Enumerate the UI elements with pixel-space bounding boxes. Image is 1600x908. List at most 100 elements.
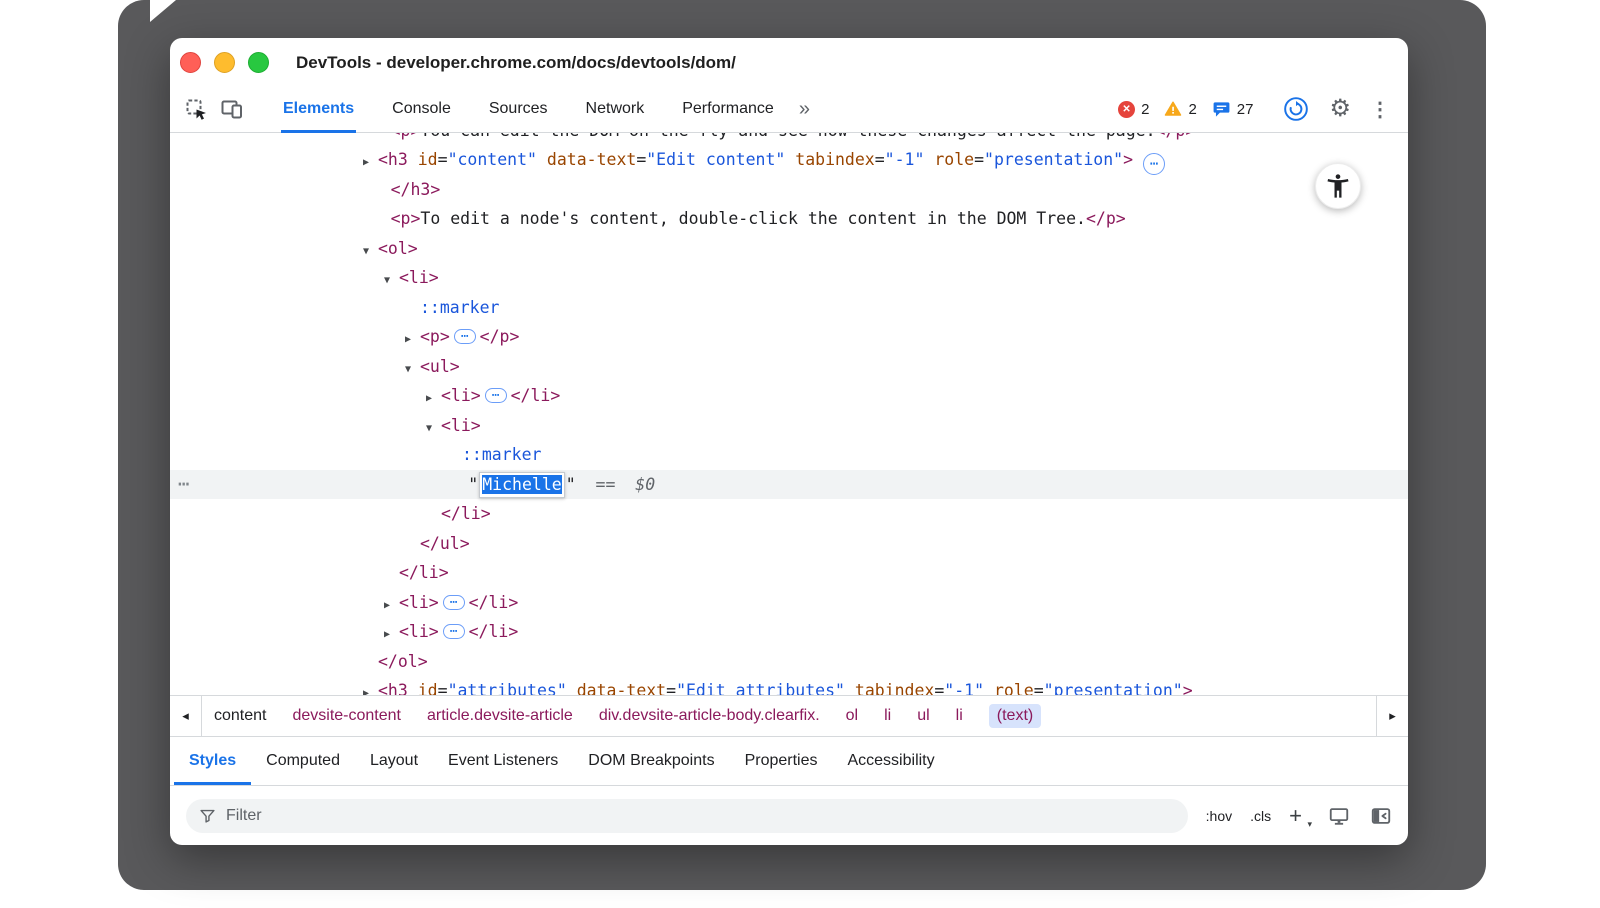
- inline-expand-icon[interactable]: ⋯: [443, 624, 465, 639]
- styles-tab-dom-breakpoints[interactable]: DOM Breakpoints: [573, 737, 729, 785]
- rendering-emulations-icon[interactable]: [1328, 805, 1350, 827]
- warning-counter[interactable]: 2: [1164, 100, 1196, 118]
- breadcrumb-item-article-devsite-article[interactable]: article.devsite-article: [427, 707, 573, 725]
- expand-arrow-icon[interactable]: ▶: [363, 679, 378, 695]
- dom-tree-line[interactable]: </li>: [170, 499, 1408, 529]
- styles-tab-computed[interactable]: Computed: [251, 737, 355, 785]
- settings-gear-icon[interactable]: ⚙: [1329, 97, 1351, 121]
- breadcrumb-scroll-left-icon[interactable]: ◂: [170, 696, 202, 736]
- dom-tree-line[interactable]: <p>To edit a node's content, double-clic…: [170, 204, 1408, 234]
- breadcrumb-item-ul[interactable]: ul: [917, 707, 929, 725]
- expand-arrow-icon[interactable]: ▶: [384, 591, 399, 621]
- devtools-toolbar: Elements Console Sources Network Performance…: [170, 86, 1408, 133]
- dom-tree-line[interactable]: ▼<li>: [170, 263, 1408, 293]
- tab-network[interactable]: Network: [584, 86, 647, 133]
- issues-message-icon: [1212, 100, 1231, 119]
- expand-arrow-icon[interactable]: ▶: [363, 148, 378, 178]
- dom-tree-line[interactable]: ▼<ol>: [170, 234, 1408, 264]
- expand-arrow-icon[interactable]: ▶: [405, 325, 420, 355]
- dom-tree-line[interactable]: ⋯"Michelle" == $0: [170, 470, 1408, 500]
- issues-counter[interactable]: 27: [1212, 100, 1254, 119]
- minimize-window-button[interactable]: [214, 52, 235, 73]
- dom-tree-line[interactable]: ▶<h3 id="attributes" data-text="Edit att…: [170, 676, 1408, 695]
- inline-expand-icon[interactable]: ⋯: [443, 595, 465, 610]
- breadcrumb-scroll-right-icon[interactable]: ▸: [1376, 696, 1408, 736]
- collapse-arrow-icon[interactable]: ▼: [405, 355, 420, 385]
- node-text-editor[interactable]: Michelle: [479, 472, 564, 498]
- dom-tree-line[interactable]: ▶<li>⋯</li>: [170, 588, 1408, 618]
- dom-tree-line[interactable]: <p>You can edit the DOM on the fly and s…: [170, 133, 1408, 145]
- toolbar-right-group: ✕ 2 2 27: [1118, 91, 1394, 127]
- error-counter[interactable]: ✕ 2: [1118, 101, 1149, 118]
- breadcrumb-item-div-devsite-article-body-clearfix[interactable]: div.devsite-article-body.clearfix.: [599, 707, 820, 725]
- dom-tree-line[interactable]: </h3>: [170, 175, 1408, 205]
- element-classes-button[interactable]: .cls: [1250, 808, 1271, 824]
- dom-tree-line[interactable]: </ul>: [170, 529, 1408, 559]
- error-icon: ✕: [1118, 101, 1135, 118]
- selected-text: Michelle: [482, 475, 561, 494]
- warning-icon: [1164, 100, 1182, 118]
- inspect-element-icon[interactable]: [178, 91, 214, 127]
- dom-tree: <p>You can edit the DOM on the fly and s…: [170, 133, 1408, 695]
- styles-filter-bar: :hov .cls +: [170, 786, 1408, 845]
- kebab-menu-icon[interactable]: ⋮: [1366, 97, 1394, 122]
- expand-arrow-icon[interactable]: ▶: [426, 384, 441, 414]
- sync-refresh-icon[interactable]: [1278, 91, 1314, 127]
- tab-console[interactable]: Console: [390, 86, 453, 133]
- filter-field[interactable]: [186, 799, 1188, 833]
- styles-tab-event-listeners[interactable]: Event Listeners: [433, 737, 573, 785]
- issues-count: 27: [1237, 101, 1254, 118]
- inline-expand-icon[interactable]: ⋯: [485, 388, 507, 403]
- collapse-arrow-icon[interactable]: ▼: [384, 266, 399, 296]
- dom-tree-line[interactable]: ▶<li>⋯</li>: [170, 617, 1408, 647]
- device-toolbar-icon[interactable]: [214, 91, 250, 127]
- collapse-arrow-icon[interactable]: ▼: [426, 414, 441, 444]
- panel-tabs: Elements Console Sources Network Performance: [264, 86, 793, 133]
- title-bar: DevTools - developer.chrome.com/docs/dev…: [170, 38, 1408, 86]
- tab-sources[interactable]: Sources: [487, 86, 550, 133]
- breadcrumb-item-text[interactable]: (text): [989, 704, 1041, 728]
- breadcrumb-item-content[interactable]: content: [214, 707, 266, 725]
- toggle-element-state-button[interactable]: :hov: [1206, 808, 1232, 824]
- expand-arrow-icon[interactable]: ▶: [384, 620, 399, 650]
- breadcrumbs: content devsite-content article.devsite-ar…: [202, 696, 1376, 736]
- corner-notch: [150, 0, 176, 22]
- tab-performance[interactable]: Performance: [680, 86, 776, 133]
- dom-tree-line[interactable]: ▶<p>⋯</p>: [170, 322, 1408, 352]
- dom-tree-line[interactable]: </ol>: [170, 647, 1408, 677]
- show-more-icon[interactable]: ⋯: [1143, 153, 1165, 175]
- tab-elements[interactable]: Elements: [281, 86, 356, 133]
- zoom-window-button[interactable]: [248, 52, 269, 73]
- styles-tab-accessibility[interactable]: Accessibility: [832, 737, 949, 785]
- breadcrumb-bar: ◂ content devsite-content article.devsite-…: [170, 695, 1408, 737]
- more-panels-button[interactable]: »: [799, 98, 810, 121]
- inline-expand-icon[interactable]: ⋯: [454, 329, 476, 344]
- filter-input[interactable]: [226, 807, 1175, 825]
- filter-funnel-icon: [199, 807, 216, 824]
- styles-tab-properties[interactable]: Properties: [730, 737, 833, 785]
- warning-count: 2: [1188, 101, 1196, 118]
- breadcrumb-item-li[interactable]: li: [884, 707, 891, 725]
- styles-tab-styles[interactable]: Styles: [174, 737, 251, 785]
- row-more-icon[interactable]: ⋯: [178, 470, 190, 500]
- toggle-sidebar-icon[interactable]: [1370, 805, 1392, 827]
- breadcrumb-item-devsite-content[interactable]: devsite-content: [292, 707, 401, 725]
- filter-bar-icons: [1328, 805, 1392, 827]
- dom-tree-line[interactable]: ▶<h3 id="content" data-text="Edit conten…: [170, 145, 1408, 175]
- window-title: DevTools - developer.chrome.com/docs/dev…: [296, 38, 736, 88]
- dom-tree-line[interactable]: ::marker: [170, 440, 1408, 470]
- breadcrumb-item-ol[interactable]: ol: [846, 707, 858, 725]
- close-window-button[interactable]: [180, 52, 201, 73]
- dom-tree-line[interactable]: </li>: [170, 558, 1408, 588]
- error-count: 2: [1141, 101, 1149, 118]
- dom-tree-line[interactable]: ▼<li>: [170, 411, 1408, 441]
- breadcrumb-item-li[interactable]: li: [956, 707, 963, 725]
- collapse-arrow-icon[interactable]: ▼: [363, 237, 378, 267]
- new-style-rule-button[interactable]: +: [1289, 805, 1310, 827]
- styles-pane-tabs: StylesComputedLayoutEvent ListenersDOM B…: [170, 737, 1408, 786]
- styles-tab-layout[interactable]: Layout: [355, 737, 433, 785]
- dom-tree-line[interactable]: ▼<ul>: [170, 352, 1408, 382]
- devtools-window: DevTools - developer.chrome.com/docs/dev…: [170, 38, 1408, 845]
- dom-tree-line[interactable]: ▶<li>⋯</li>: [170, 381, 1408, 411]
- dom-tree-line[interactable]: ::marker: [170, 293, 1408, 323]
